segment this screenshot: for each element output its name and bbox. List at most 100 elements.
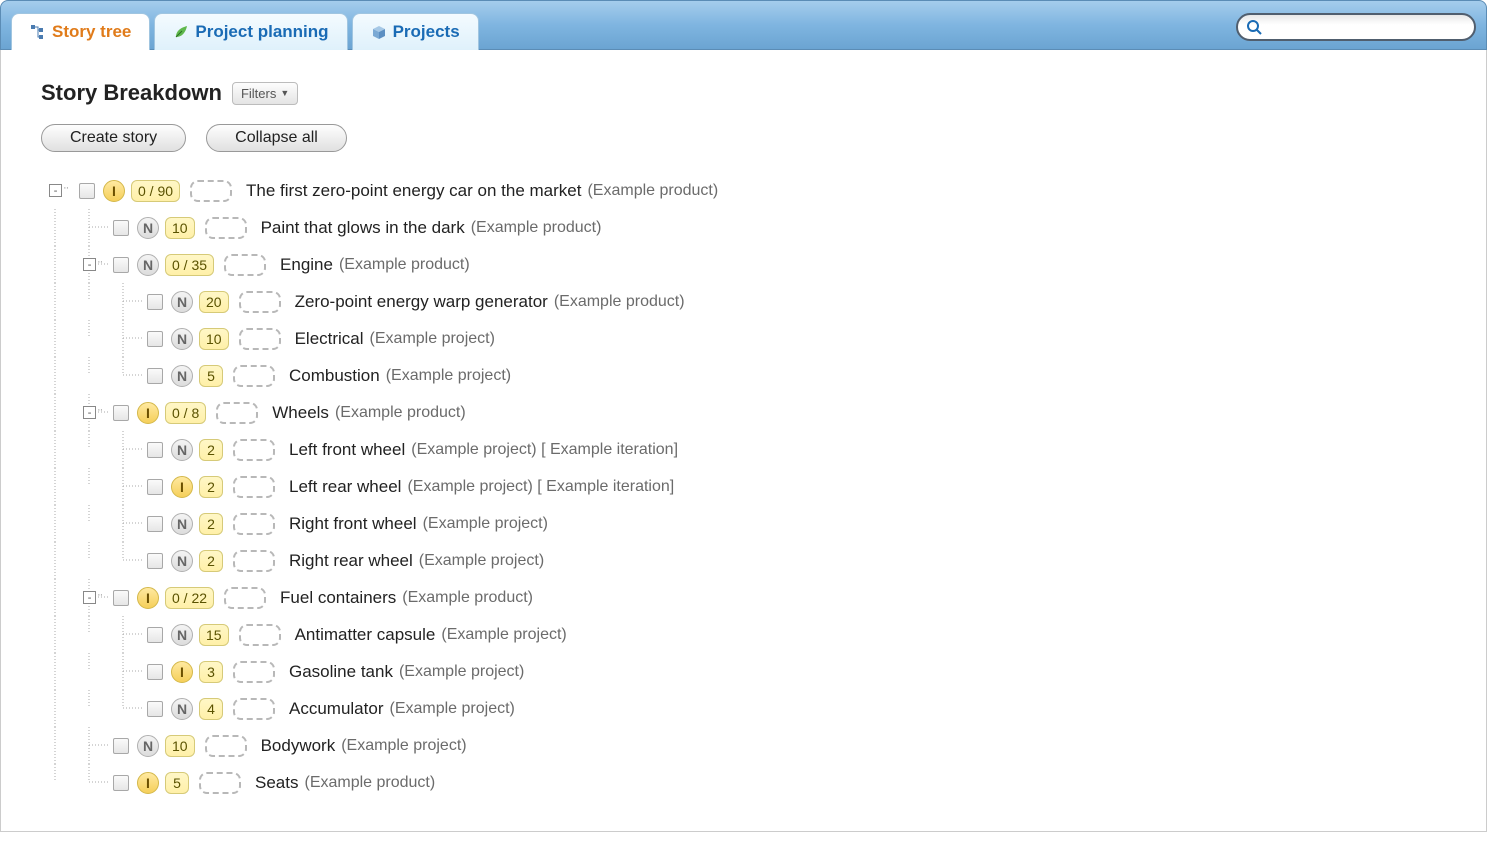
story-checkbox[interactable] (113, 775, 129, 791)
story-type-badge: N (171, 624, 193, 646)
story-points-badge: 10 (165, 735, 195, 757)
story-checkbox[interactable] (113, 220, 129, 236)
tree-node[interactable]: N10Bodywork(Example project) (45, 727, 1446, 764)
drop-target[interactable] (239, 328, 281, 350)
story-context: (Example product) (339, 256, 470, 274)
search-input[interactable] (1262, 18, 1466, 36)
tree-node[interactable]: I2Left rear wheel(Example project) [ Exa… (45, 468, 1446, 505)
story-checkbox[interactable] (147, 553, 163, 569)
drop-target[interactable] (233, 513, 275, 535)
tree-node[interactable]: N2Right front wheel(Example project) (45, 505, 1446, 542)
story-title[interactable]: Gasoline tank (289, 662, 393, 682)
search-box[interactable] (1236, 13, 1476, 41)
story-type-badge: N (137, 217, 159, 239)
story-points-badge: 15 (199, 624, 229, 646)
drop-target[interactable] (233, 550, 275, 572)
tree-node[interactable]: I5Seats(Example product) (45, 764, 1446, 801)
drop-target[interactable] (205, 217, 247, 239)
tree-dots: ·· (63, 182, 68, 194)
tree-indent (79, 727, 113, 764)
drop-target[interactable] (224, 587, 266, 609)
expander[interactable]: - (83, 591, 96, 604)
drop-target[interactable] (224, 254, 266, 276)
story-title[interactable]: Paint that glows in the dark (261, 218, 465, 238)
tab-story-tree[interactable]: Story tree (11, 13, 150, 50)
story-checkbox[interactable] (147, 331, 163, 347)
story-title[interactable]: Bodywork (261, 736, 336, 756)
story-title[interactable]: Left rear wheel (289, 477, 401, 497)
story-checkbox[interactable] (147, 294, 163, 310)
tree-node[interactable]: N20Zero-point energy warp generator(Exam… (45, 283, 1446, 320)
story-title[interactable]: Wheels (272, 403, 329, 423)
drop-target[interactable] (233, 661, 275, 683)
story-checkbox[interactable] (147, 442, 163, 458)
story-title[interactable]: Engine (280, 255, 333, 275)
drop-target[interactable] (216, 402, 258, 424)
expander[interactable]: - (83, 258, 96, 271)
story-title[interactable]: Accumulator (289, 699, 383, 719)
tree-indent (45, 579, 79, 616)
tab-projects[interactable]: Projects (352, 13, 479, 50)
drop-target[interactable] (239, 291, 281, 313)
story-points-badge: 2 (199, 476, 223, 498)
story-title[interactable]: Left front wheel (289, 440, 405, 460)
page-title: Story Breakdown (41, 80, 222, 106)
tab-project-planning[interactable]: Project planning (154, 13, 347, 50)
drop-target[interactable] (233, 365, 275, 387)
story-points-badge: 2 (199, 550, 223, 572)
tree-indent (79, 690, 113, 727)
drop-target[interactable] (233, 439, 275, 461)
story-checkbox[interactable] (147, 368, 163, 384)
tree-node[interactable]: -··I0 / 22Fuel containers(Example produc… (45, 579, 1446, 616)
story-checkbox[interactable] (147, 664, 163, 680)
expander[interactable]: - (49, 184, 62, 197)
story-points-badge: 20 (199, 291, 229, 313)
tree-node[interactable]: I3Gasoline tank(Example project) (45, 653, 1446, 690)
filters-button[interactable]: Filters ▼ (232, 82, 298, 105)
tree-node[interactable]: N5Combustion(Example project) (45, 357, 1446, 394)
create-story-button[interactable]: Create story (41, 124, 186, 152)
story-title[interactable]: Combustion (289, 366, 380, 386)
tree-node[interactable]: N2Right rear wheel(Example project) (45, 542, 1446, 579)
story-checkbox[interactable] (147, 701, 163, 717)
story-checkbox[interactable] (147, 479, 163, 495)
tree-node[interactable]: -··I0 / 90The first zero-point energy ca… (45, 172, 1446, 209)
story-checkbox[interactable] (113, 405, 129, 421)
story-checkbox[interactable] (147, 627, 163, 643)
tree-node[interactable]: -··N0 / 35Engine(Example product) (45, 246, 1446, 283)
story-title[interactable]: Electrical (295, 329, 364, 349)
story-checkbox[interactable] (113, 257, 129, 273)
story-title[interactable]: Seats (255, 773, 298, 793)
tree-node[interactable]: N15Antimatter capsule(Example project) (45, 616, 1446, 653)
drop-target[interactable] (190, 180, 232, 202)
story-points-badge: 10 (165, 217, 195, 239)
story-title[interactable]: The first zero-point energy car on the m… (246, 181, 581, 201)
story-title[interactable]: Antimatter capsule (295, 625, 436, 645)
story-title[interactable]: Fuel containers (280, 588, 396, 608)
tree-indent (45, 468, 79, 505)
tree-node[interactable]: N2Left front wheel(Example project) [ Ex… (45, 431, 1446, 468)
story-checkbox[interactable] (147, 516, 163, 532)
expander[interactable]: - (83, 406, 96, 419)
tree-indent (45, 209, 79, 246)
story-points-badge: 0 / 8 (165, 402, 206, 424)
collapse-all-button[interactable]: Collapse all (206, 124, 347, 152)
story-type-badge: N (171, 550, 193, 572)
drop-target[interactable] (233, 476, 275, 498)
story-title[interactable]: Right rear wheel (289, 551, 413, 571)
story-points-badge: 0 / 35 (165, 254, 214, 276)
drop-target[interactable] (199, 772, 241, 794)
story-checkbox[interactable] (113, 590, 129, 606)
tree-dots: ·· (97, 589, 102, 601)
drop-target[interactable] (233, 698, 275, 720)
tree-node[interactable]: N4Accumulator(Example project) (45, 690, 1446, 727)
story-checkbox[interactable] (79, 183, 95, 199)
story-checkbox[interactable] (113, 738, 129, 754)
tree-node[interactable]: -··I0 / 8Wheels(Example product) (45, 394, 1446, 431)
tree-node[interactable]: N10Paint that glows in the dark(Example … (45, 209, 1446, 246)
tree-node[interactable]: N10Electrical(Example project) (45, 320, 1446, 357)
story-title[interactable]: Right front wheel (289, 514, 417, 534)
story-title[interactable]: Zero-point energy warp generator (295, 292, 548, 312)
drop-target[interactable] (239, 624, 281, 646)
drop-target[interactable] (205, 735, 247, 757)
